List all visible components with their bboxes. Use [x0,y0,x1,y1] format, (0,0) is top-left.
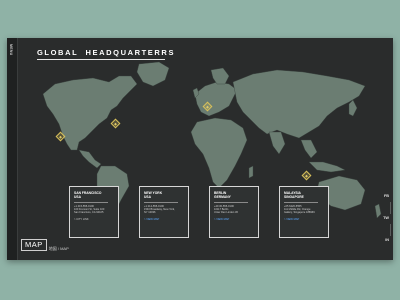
rail-divider [390,224,391,236]
continent-asia [232,69,366,139]
continent-africa [190,117,248,189]
social-link-instagram[interactable]: IN [385,238,389,242]
title-underline [37,59,165,60]
header: GLOBAL HEADQUARTERRS [37,48,175,60]
marker-dot [305,174,308,177]
office-address-line: NY 10036 [144,211,156,215]
map-screen: MENU GLOBAL HEADQUARTERRS SAN FRANCISCO … [7,38,393,260]
continent-indonesia [308,161,346,173]
divider [74,202,108,203]
map-subtitle: 地図 / MAP [48,246,69,251]
office-link[interactable]: > VIEW MAP [144,218,184,221]
office-address-line: Gallery, Singapore 188969 [284,211,315,215]
office-card-new-york[interactable]: NEW YORK USA +1 212-555-0100 1540 Broadw… [139,186,189,238]
continent-japan [348,99,358,117]
right-rail: FB TW IN [369,38,393,260]
continent-india [268,131,286,155]
divider [144,202,178,203]
divider [214,202,248,203]
continent-europe [194,81,238,117]
social-link-facebook[interactable]: FB [384,194,389,198]
map-title: MAP [21,239,47,251]
office-link[interactable]: > VIEW MAP [284,218,324,221]
social-link-twitter[interactable]: TW [383,216,389,220]
rail-divider [390,202,391,214]
office-card-berlin[interactable]: BERLIN GERMANY +49 30-555-0100 10117 Ber… [209,186,259,238]
marker-dot [59,135,62,138]
office-country: SINGAPORE [284,195,304,199]
page-title: GLOBAL HEADQUARTERRS [37,48,176,57]
continent-madagascar [248,165,254,179]
office-card-singapore[interactable]: MALAYSIA SINGAPORE +65 6220-5555 111 Mid… [279,186,329,238]
continent-greenland [136,61,170,87]
office-country: GERMANY [214,195,231,199]
office-link[interactable]: > VIEW MAP [214,218,254,221]
office-card-san-francisco[interactable]: SAN FRANCISCO USA +1 415-555-0100 100 Fr… [69,186,119,238]
office-country: USA [144,195,151,199]
marker-dot [114,122,117,125]
office-address-line: Unter Den Linden 36 [214,211,238,215]
marker-dot [206,105,209,108]
office-country: USA [74,195,81,199]
continent-southeast-asia [300,139,318,159]
map-label: MAP 地図 / MAP [21,234,69,252]
menu-label[interactable]: MENU [9,44,13,56]
sidebar: MENU [7,38,18,260]
continent-scandinavia [210,67,230,85]
divider [284,202,318,203]
continent-central-america [78,149,102,169]
office-address-line: San Francisco, CA 94105 [74,211,104,215]
office-link[interactable]: > CITY LINK [74,218,114,221]
